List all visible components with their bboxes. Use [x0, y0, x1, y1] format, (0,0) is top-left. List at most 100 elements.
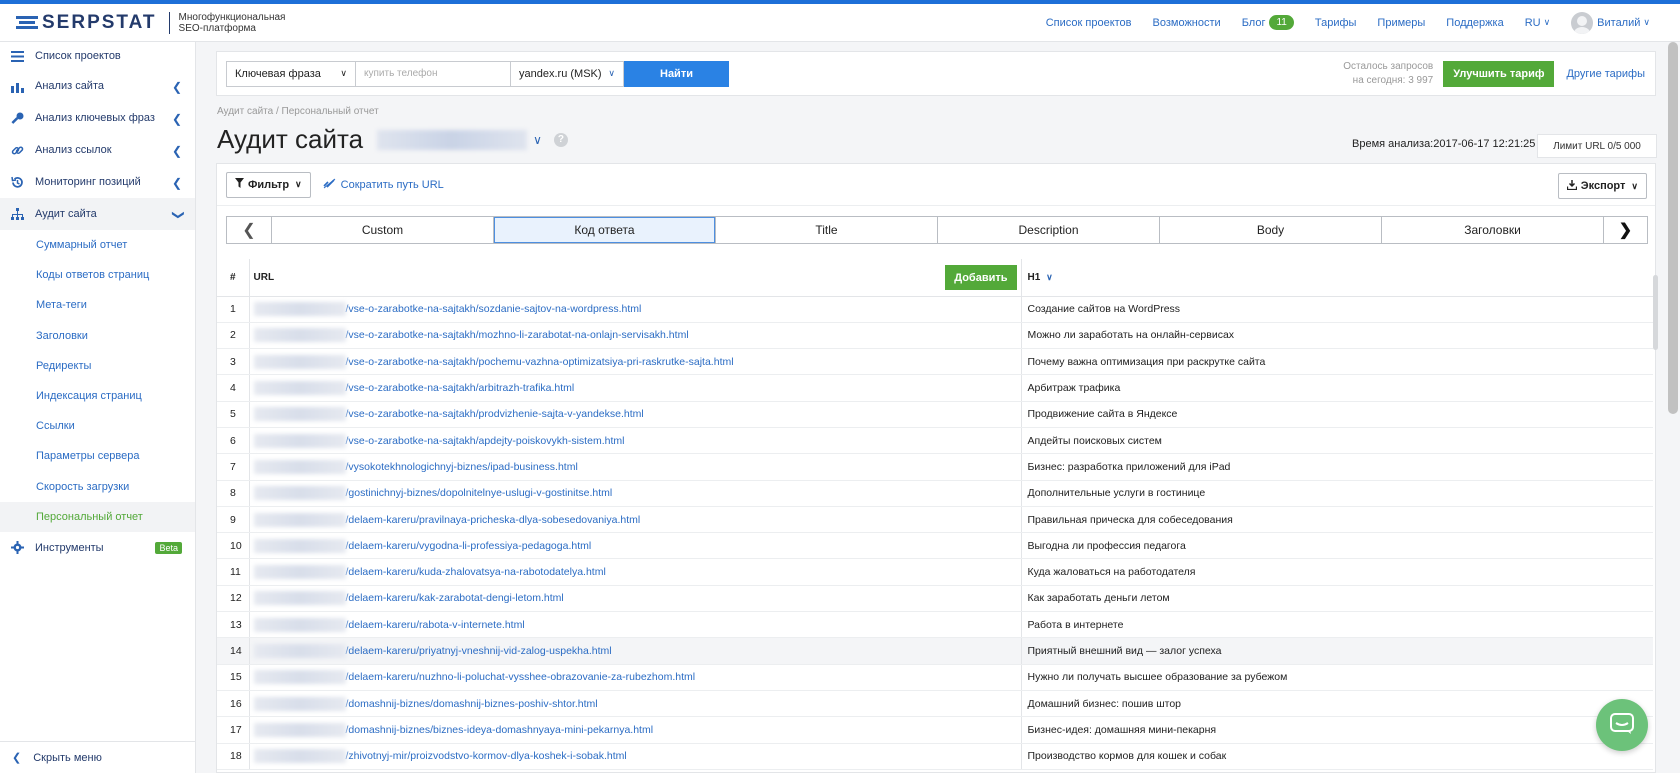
sidebar-item-label: Анализ ссылок — [35, 144, 112, 156]
url-limit-badge: Лимит URL 0/5 000 — [1537, 134, 1657, 158]
row-url-link[interactable]: /vse-o-zarabotke-na-sajtakh/mozhno-li-za… — [346, 329, 689, 341]
row-h1: Производство кормов для кошек и собак — [1021, 743, 1653, 770]
export-button[interactable]: Экспорт ∨ — [1557, 173, 1647, 199]
row-url-link[interactable]: /delaem-kareru/kuda-zhalovatsya-na-rabot… — [346, 566, 606, 578]
sidebar-item-position-monitoring[interactable]: Мониторинг позиций ❮ — [0, 166, 195, 198]
row-url-link[interactable]: /vse-o-zarabotke-na-sajtakh/prodvizhenie… — [346, 408, 644, 420]
blurred-domain — [253, 459, 346, 474]
row-url-link[interactable]: /delaem-kareru/vygodna-li-professiya-ped… — [346, 540, 592, 552]
other-plans-link[interactable]: Другие тарифы — [1566, 68, 1645, 80]
nav-blog-link[interactable]: Блог 11 — [1242, 15, 1294, 30]
row-url-link[interactable]: /vysokotekhnologichnyj-biznes/ipad-busin… — [346, 461, 578, 473]
tab-title[interactable]: Title — [715, 217, 937, 243]
breadcrumb: Аудит сайта / Персональный отчет — [217, 106, 379, 117]
row-url-cell: /delaem-kareru/vygodna-li-professiya-ped… — [249, 532, 1022, 560]
chat-widget-button[interactable] — [1596, 699, 1648, 751]
row-url-link[interactable]: /delaem-kareru/pravilnaya-pricheska-dlya… — [346, 513, 641, 525]
row-url-link[interactable]: /delaem-kareru/kak-zarabotat-dengi-letom… — [346, 592, 564, 604]
row-h1: Выгодна ли профессия педагога — [1021, 532, 1653, 560]
remaining-queries: Осталось запросов на сегодня: 3 997 — [1343, 60, 1433, 88]
table-scrollbar[interactable] — [1653, 275, 1658, 350]
row-url-link[interactable]: /gostinichnyj-biznes/dopolnitelnye-uslug… — [346, 487, 613, 499]
nav-features-link[interactable]: Возможности — [1153, 17, 1221, 29]
row-number: 6 — [217, 427, 250, 455]
shorten-url-toggle[interactable]: Сократить путь URL — [323, 178, 444, 192]
sidebar-item-tools[interactable]: Инструменты Beta — [0, 532, 195, 564]
sidebar-subitem-load-speed[interactable]: Скорость загрузки — [0, 472, 195, 502]
tabs-next-button[interactable]: ❯ — [1603, 217, 1647, 243]
sidebar-subitem-server-params[interactable]: Параметры сервера — [0, 441, 195, 471]
row-url-link[interactable]: /domashnij-biznes/domashnij-biznes-poshi… — [346, 697, 598, 709]
row-url-link[interactable]: /zhivotnyj-mir/proizvodstvo-kormov-dlya-… — [346, 750, 627, 762]
table-row: 15/delaem-kareru/nuzhno-li-poluchat-vyss… — [217, 664, 1653, 691]
site-analysis-icon — [10, 79, 24, 93]
row-number: 2 — [217, 322, 250, 350]
user-name: Виталий — [1597, 16, 1641, 29]
table-row: 16/domashnij-biznes/domashnij-biznes-pos… — [217, 690, 1653, 718]
row-url-cell: /domashnij-biznes/domashnij-biznes-poshi… — [249, 690, 1022, 718]
row-number: 14 — [217, 637, 250, 665]
nav-examples-link[interactable]: Примеры — [1377, 17, 1425, 29]
page-scrollbar[interactable] — [1668, 42, 1678, 414]
sidebar-subitem-headings[interactable]: Заголовки — [0, 321, 195, 351]
project-domain-blurred[interactable] — [377, 129, 528, 150]
sidebar-subitem-summary[interactable]: Суммарный отчет — [0, 230, 195, 260]
find-button[interactable]: Найти — [624, 60, 729, 87]
avatar — [1571, 11, 1594, 34]
table-row: 12/delaem-kareru/kak-zarabotat-dengi-let… — [217, 585, 1653, 613]
row-url-cell: /domashnij-biznes/biznes-ideya-domashnya… — [249, 716, 1022, 744]
row-url-link[interactable]: /delaem-kareru/rabota-v-internete.html — [346, 618, 525, 630]
sort-chevron-icon: ∨ — [1046, 271, 1053, 282]
report-panel: Фильтр ∨ Сократить путь URL Экспорт ∨ ❮ … — [216, 163, 1656, 773]
tab-custom[interactable]: Custom — [271, 217, 493, 243]
chevron-down-icon[interactable]: ∨ — [533, 133, 542, 147]
hide-menu-button[interactable]: ❮ Скрыть меню — [0, 741, 196, 773]
row-url-link[interactable]: /domashnij-biznes/biznes-ideya-domashnya… — [346, 724, 654, 736]
column-header-h1[interactable]: H1 ∨ — [1021, 259, 1653, 297]
user-menu[interactable]: Виталий ∨ — [1571, 11, 1650, 34]
help-icon[interactable]: ? — [553, 132, 568, 147]
sidebar-subitem-response-codes[interactable]: Коды ответов страниц — [0, 260, 195, 290]
table-row: 4/vse-o-zarabotke-na-sajtakh/arbitrazh-t… — [217, 374, 1653, 402]
chevron-left-icon: ❮ — [171, 112, 182, 126]
language-dropdown[interactable]: RU ∨ — [1525, 17, 1550, 29]
blurred-domain — [253, 644, 346, 658]
search-type-select[interactable]: Ключевая фраза ∨ — [226, 60, 356, 87]
sidebar-subitem-meta-tags[interactable]: Мета-теги — [0, 290, 195, 320]
sidebar-subitem-links[interactable]: Ссылки — [0, 411, 195, 441]
row-url-link[interactable]: /vse-o-zarabotke-na-sajtakh/apdejty-pois… — [346, 434, 625, 446]
tabs-prev-button[interactable]: ❮ — [227, 217, 271, 243]
tab-body[interactable]: Body — [1159, 217, 1381, 243]
sidebar-item-site-analysis[interactable]: Анализ сайта ❮ — [0, 70, 195, 102]
row-url-link[interactable]: /vse-o-zarabotke-na-sajtakh/pochemu-vazh… — [346, 356, 734, 368]
table-row: 17/domashnij-biznes/biznes-ideya-domashn… — [217, 716, 1653, 744]
sidebar-item-link-analysis[interactable]: Анализ ссылок ❮ — [0, 134, 195, 166]
logo[interactable]: SERPSTAT Многофункциональная SEO-платфор… — [16, 11, 285, 34]
row-url-link[interactable]: /delaem-kareru/priyatnyj-vneshnij-vid-za… — [346, 645, 612, 657]
add-column-button[interactable]: Добавить — [945, 265, 1017, 290]
search-input[interactable]: купить телефон — [356, 60, 511, 87]
nav-projects-link[interactable]: Список проектов — [1046, 17, 1132, 29]
row-url-link[interactable]: /delaem-kareru/nuzhno-li-poluchat-vysshe… — [346, 671, 696, 683]
upgrade-plan-button[interactable]: Улучшить тариф — [1443, 60, 1555, 87]
sidebar-item-site-audit[interactable]: Аудит сайта ❮ — [0, 198, 195, 230]
filter-label: Фильтр — [248, 178, 290, 191]
sidebar-item-keyword-analysis[interactable]: Анализ ключевых фраз ❮ — [0, 102, 195, 134]
filter-button[interactable]: Фильтр ∨ — [226, 171, 311, 198]
region-select[interactable]: yandex.ru (MSK) ∨ — [511, 60, 624, 87]
row-url-link[interactable]: /vse-o-zarabotke-na-sajtakh/sozdanie-saj… — [346, 303, 642, 315]
sidebar-subitem-indexing[interactable]: Индексация страниц — [0, 381, 195, 411]
nav-support-link[interactable]: Поддержка — [1446, 17, 1503, 29]
row-url-link[interactable]: /vse-o-zarabotke-na-sajtakh/arbitrazh-tr… — [346, 382, 575, 394]
logo-text: SERPSTAT — [42, 11, 157, 33]
sidebar-subitem-redirects[interactable]: Редиректы — [0, 351, 195, 381]
nav-pricing-link[interactable]: Тарифы — [1315, 17, 1357, 29]
filter-toolbar: Фильтр ∨ Сократить путь URL Экспорт ∨ — [217, 164, 1655, 206]
tab-response-code[interactable]: Код ответа — [493, 217, 715, 243]
blurred-domain — [253, 696, 346, 711]
sidebar-subitem-personal-report[interactable]: Персональный отчет — [0, 501, 195, 532]
filter-icon — [235, 178, 244, 191]
tab-headings[interactable]: Заголовки — [1381, 217, 1603, 243]
sidebar-item-projects[interactable]: Список проектов — [0, 42, 195, 70]
tab-description[interactable]: Description — [937, 217, 1159, 243]
